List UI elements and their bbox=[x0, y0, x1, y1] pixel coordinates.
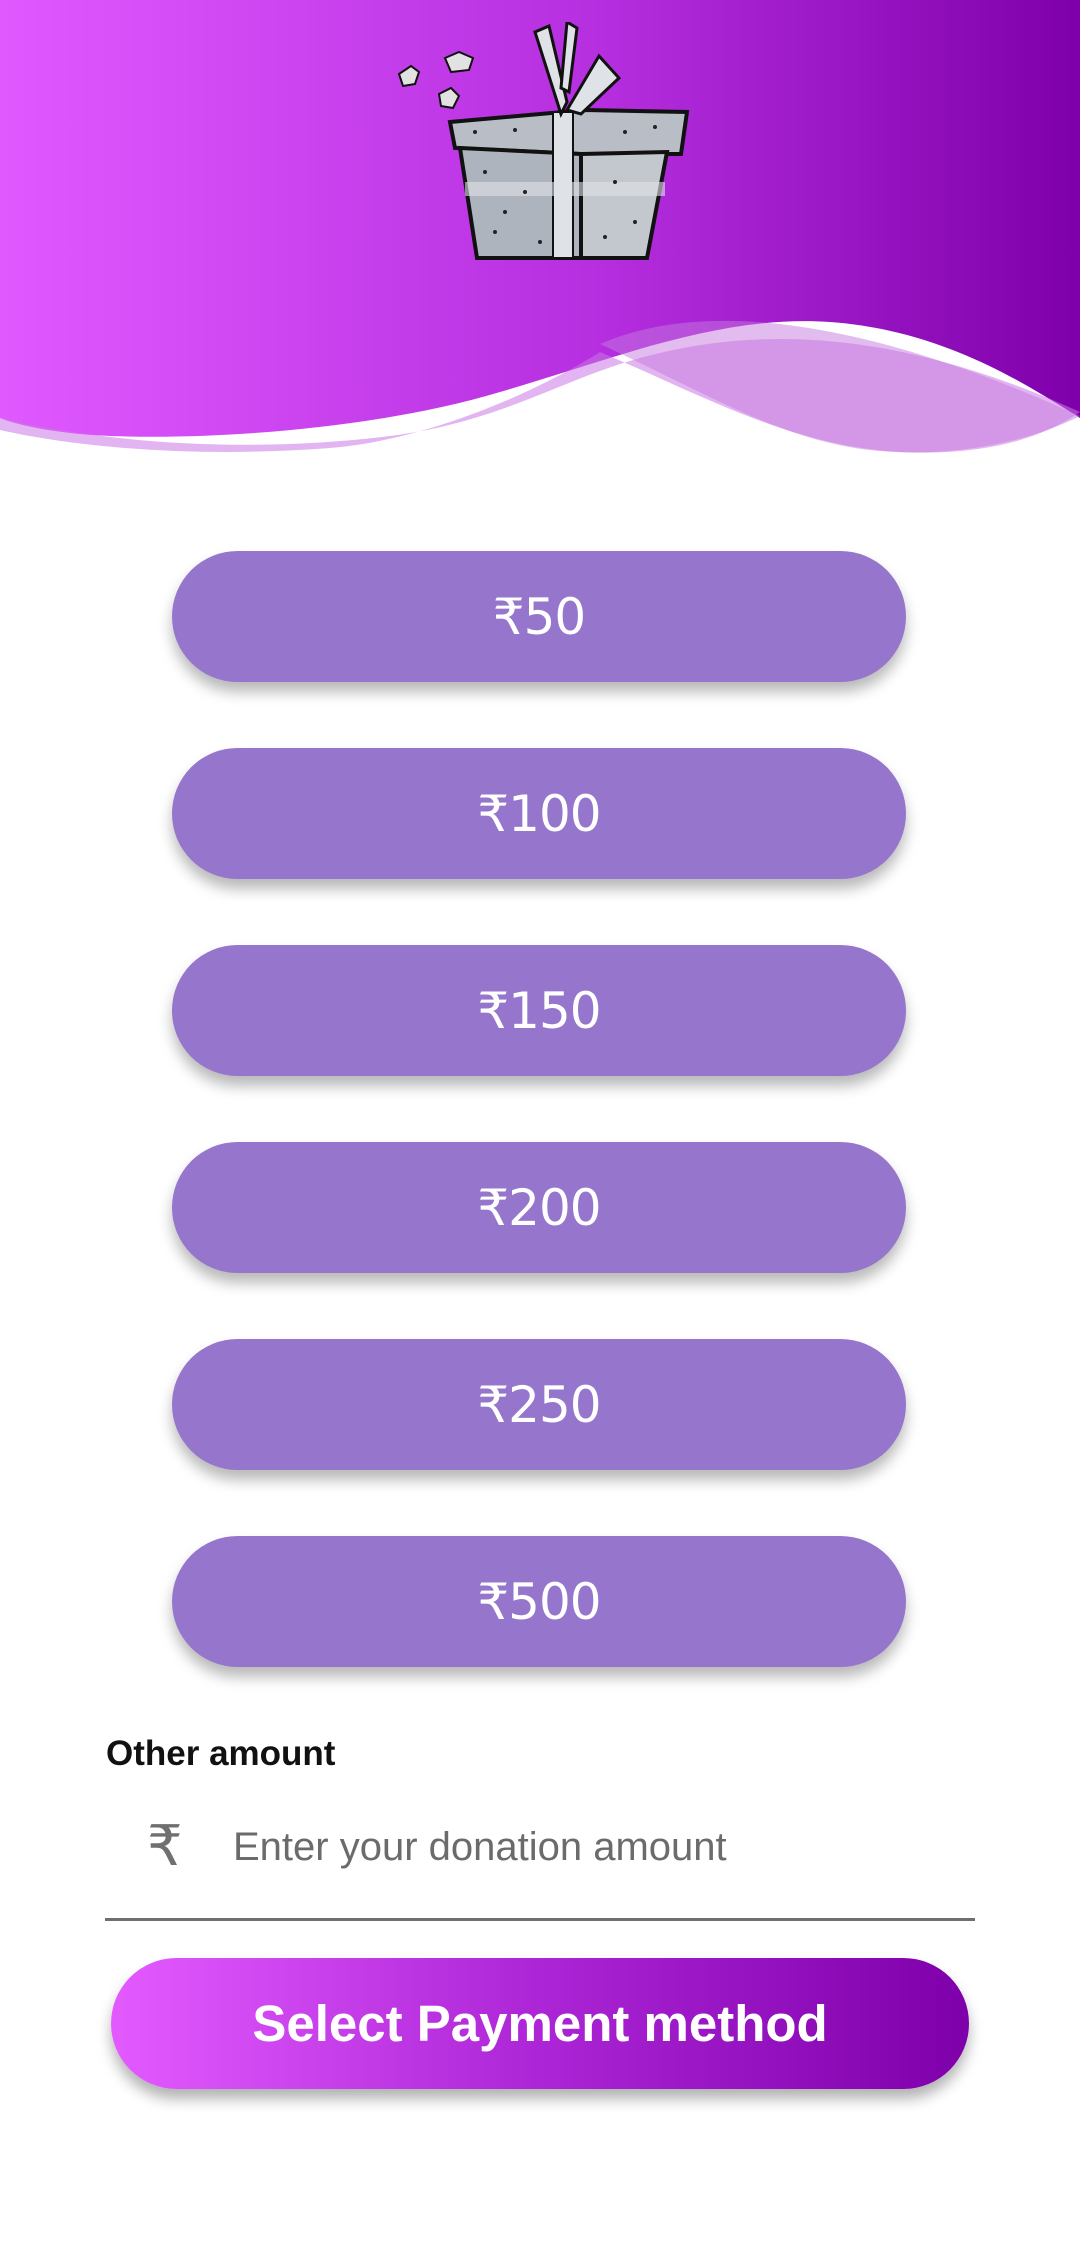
gift-box-icon bbox=[397, 22, 690, 260]
amount-options-list: ₹50 ₹100 ₹150 ₹200 ₹250 ₹500 bbox=[172, 551, 908, 1733]
amount-button-100[interactable]: ₹100 bbox=[172, 748, 906, 879]
amount-button-50[interactable]: ₹50 bbox=[172, 551, 906, 682]
donation-amount-field[interactable]: ₹ bbox=[105, 1800, 975, 1921]
amount-button-150[interactable]: ₹150 bbox=[172, 945, 906, 1076]
rupee-icon: ₹ bbox=[147, 1814, 183, 1879]
header-banner bbox=[0, 0, 1080, 470]
amount-button-500[interactable]: ₹500 bbox=[172, 1536, 906, 1667]
amount-button-200[interactable]: ₹200 bbox=[172, 1142, 906, 1273]
donation-amount-input[interactable] bbox=[231, 1814, 955, 1880]
select-payment-method-button[interactable]: Select Payment method bbox=[111, 1958, 969, 2089]
other-amount-label: Other amount bbox=[106, 1734, 336, 1773]
amount-button-250[interactable]: ₹250 bbox=[172, 1339, 906, 1470]
donation-screen: ₹50 ₹100 ₹150 ₹200 ₹250 ₹500 Other amoun… bbox=[0, 0, 1080, 2257]
